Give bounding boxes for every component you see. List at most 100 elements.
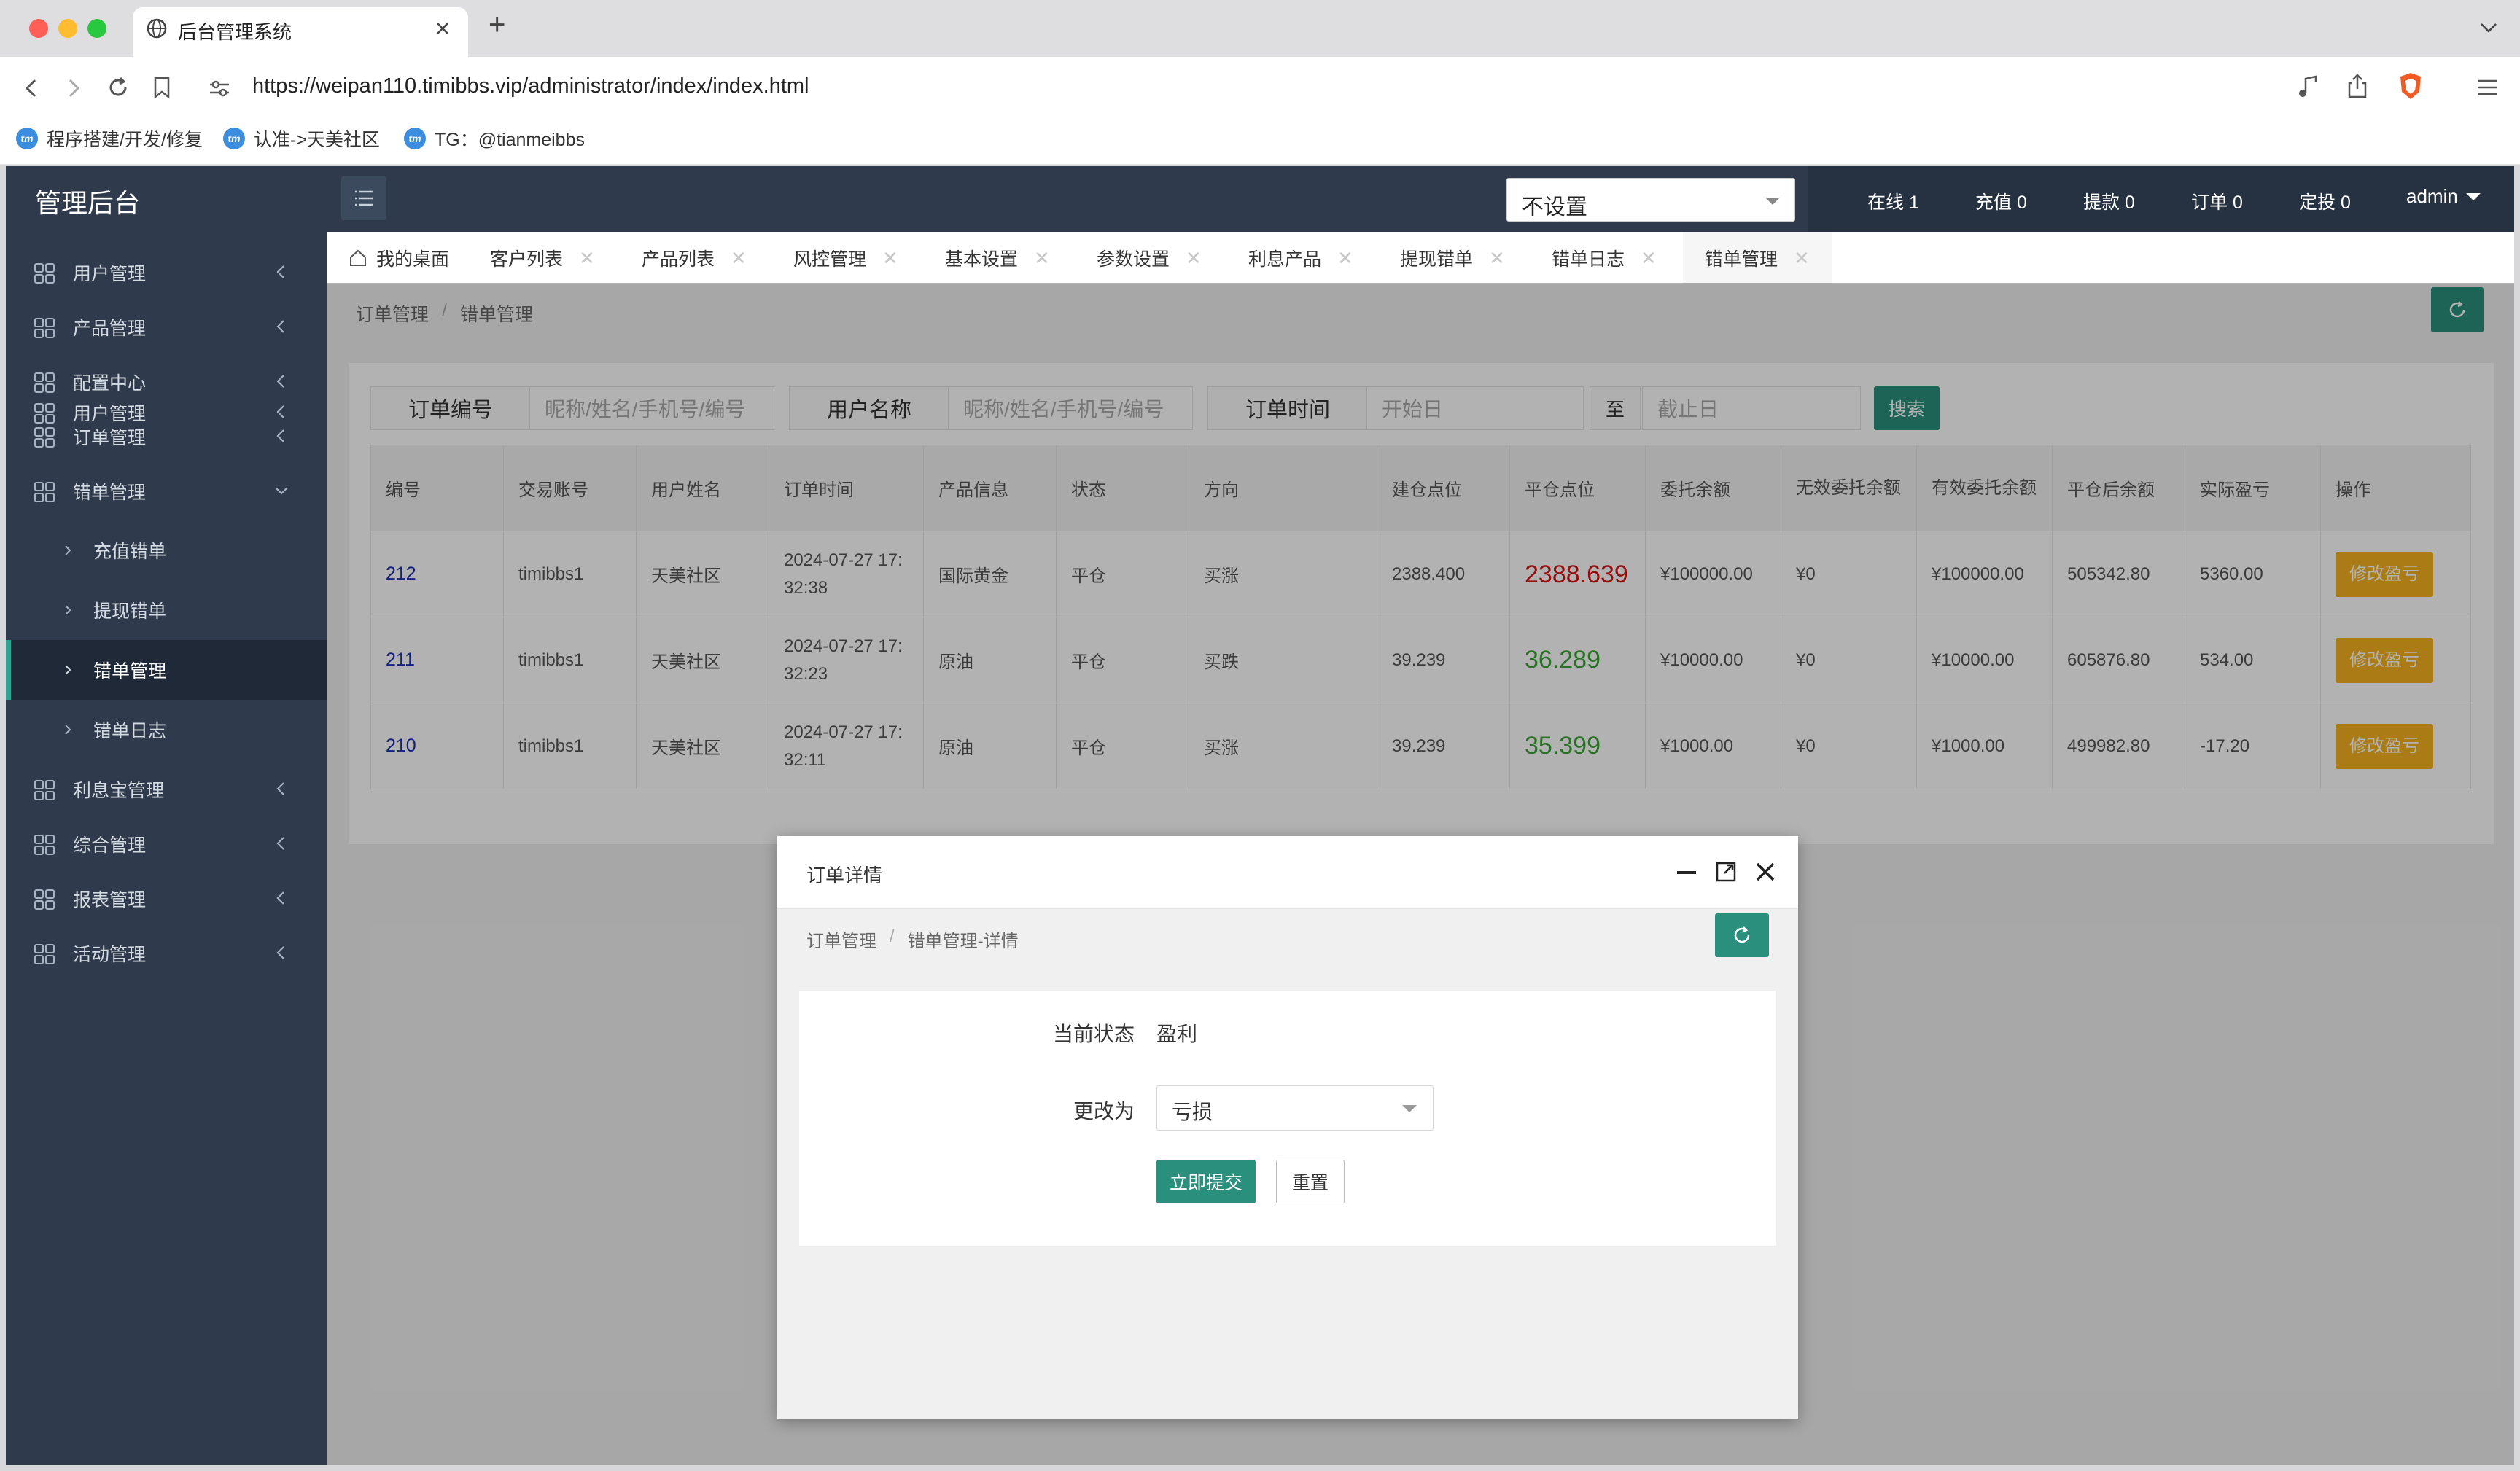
forward-icon[interactable]: [64, 77, 83, 99]
tab-label: 风控管理: [793, 249, 867, 270]
close-icon[interactable]: ✕: [1186, 247, 1202, 270]
tab-my-desktop[interactable]: 我的桌面: [349, 232, 449, 284]
grid-icon: [34, 427, 55, 448]
recharge-count[interactable]: 充值 0: [1975, 188, 2027, 214]
media-icon[interactable]: [2297, 74, 2320, 99]
grid-icon: [34, 372, 55, 393]
sidebar-item-product-management[interactable]: 产品管理: [6, 300, 327, 354]
home-icon: [350, 249, 366, 266]
sidebar-item-label: 订单管理: [73, 427, 147, 448]
chevron-down-icon[interactable]: [2479, 20, 2498, 35]
withdraw-count[interactable]: 提款 0: [2083, 188, 2135, 214]
breadcrumb-item: 错单管理-详情: [907, 932, 1019, 951]
sidebar-item-error-order-management[interactable]: 错单管理: [6, 464, 327, 518]
breadcrumb-item[interactable]: 订单管理: [806, 926, 876, 952]
tab-withdraw-errors[interactable]: 提现错单 ✕: [1400, 232, 1505, 284]
change-to-value: 亏损: [1172, 1101, 1213, 1123]
close-tab-icon[interactable]: [435, 20, 451, 36]
submit-button[interactable]: 立即提交: [1156, 1160, 1256, 1203]
tab-product-list[interactable]: 产品列表 ✕: [642, 232, 747, 284]
tab-label: 错单日志: [1552, 249, 1625, 270]
sidebar-item-label: 报表管理: [73, 889, 147, 910]
url-text[interactable]: https://weipan110.timibbs.vip/administra…: [252, 74, 809, 98]
online-count[interactable]: 在线 1: [1867, 188, 1919, 214]
close-icon[interactable]: ✕: [731, 247, 747, 270]
new-tab-button[interactable]: +: [489, 9, 505, 42]
sidebar-subitem-error-management[interactable]: 错单管理: [6, 640, 327, 700]
sidebar-item-report-management[interactable]: 报表管理: [6, 871, 327, 926]
close-icon[interactable]: ✕: [1034, 247, 1050, 270]
bookmark-item[interactable]: tm 认准->天美社区: [223, 125, 380, 152]
close-icon[interactable]: [1754, 861, 1776, 883]
sidebar-item-activity-management[interactable]: 活动管理: [6, 926, 327, 980]
share-icon[interactable]: [2346, 73, 2368, 99]
chevron-right-icon: [65, 545, 71, 555]
bookmark-item[interactable]: tm 程序搭建/开发/修复: [16, 125, 203, 152]
bookmark-icon[interactable]: [153, 76, 171, 99]
chevron-right-icon: [65, 665, 71, 675]
dialog-refresh-button[interactable]: [1715, 913, 1769, 957]
close-window-button[interactable]: [29, 19, 48, 38]
brave-shield-icon[interactable]: [2398, 71, 2424, 101]
close-icon[interactable]: ✕: [882, 247, 898, 270]
maximize-icon[interactable]: [1715, 861, 1737, 883]
tab-error-management[interactable]: 错单管理 ✕: [1683, 232, 1832, 284]
browser-tab[interactable]: 后台管理系统: [133, 7, 468, 57]
change-to-select[interactable]: 亏损: [1156, 1085, 1434, 1131]
sidebar-subitem-error-log[interactable]: 错单日志: [6, 700, 327, 760]
fixed-invest-count[interactable]: 定投 0: [2299, 188, 2351, 214]
dialog-form-card: 当前状态 盈利 更改为 亏损 立即提交 重置: [799, 991, 1776, 1246]
setting-select[interactable]: 不设置: [1506, 178, 1795, 222]
tab-basic-settings[interactable]: 基本设置 ✕: [945, 232, 1050, 284]
tab-label: 错单管理: [1705, 249, 1778, 270]
bookmark-label: 程序搭建/开发/修复: [47, 130, 203, 150]
sidebar-item-label: 错单管理: [73, 482, 147, 503]
grid-icon: [34, 944, 55, 964]
sidebar-item-order-management[interactable]: 订单管理: [6, 409, 327, 464]
sidebar-item-label: 错单管理: [93, 661, 167, 682]
tab-error-log[interactable]: 错单日志 ✕: [1552, 232, 1657, 284]
close-icon[interactable]: ✕: [1641, 247, 1657, 270]
order-count[interactable]: 订单 0: [2191, 188, 2243, 214]
minimize-window-button[interactable]: [58, 19, 77, 38]
reset-button[interactable]: 重置: [1276, 1160, 1345, 1203]
close-icon[interactable]: ✕: [1794, 247, 1810, 270]
sidebar-item-label: 产品管理: [73, 318, 147, 339]
grid-icon: [34, 835, 55, 855]
bookmark-favicon: tm: [223, 128, 245, 149]
close-icon[interactable]: ✕: [1337, 247, 1353, 270]
sidebar-subitem-withdraw-errors[interactable]: 提现错单: [6, 580, 327, 640]
grid-icon: [34, 318, 55, 338]
browser-tab-title: 后台管理系统: [178, 21, 292, 43]
tab-param-settings[interactable]: 参数设置 ✕: [1097, 232, 1202, 284]
reload-icon[interactable]: [106, 76, 130, 99]
maximize-window-button[interactable]: [88, 19, 106, 38]
page-tabs: 我的桌面 客户列表 ✕ 产品列表 ✕ 风控管理 ✕ 基本设置 ✕ 参数设置 ✕ 利息产品 ✕…: [327, 232, 2514, 284]
tab-risk-control[interactable]: 风控管理 ✕: [793, 232, 898, 284]
sidebar-item-interest-management[interactable]: 利息宝管理: [6, 762, 327, 816]
close-icon[interactable]: ✕: [579, 247, 595, 270]
sidebar-item-general-management[interactable]: 综合管理: [6, 816, 327, 871]
user-menu[interactable]: admin: [2406, 185, 2481, 208]
tab-interest-products[interactable]: 利息产品 ✕: [1248, 232, 1353, 284]
close-icon[interactable]: ✕: [1489, 247, 1505, 270]
sidebar-item-config-center[interactable]: 配置中心: [6, 354, 327, 409]
sidebar-subitem-recharge-errors[interactable]: 充值错单: [6, 520, 327, 580]
sidebar-item-label: 用户管理: [73, 263, 147, 284]
toggle-sidebar-button[interactable]: [341, 176, 386, 220]
sidebar-item-label: 提现错单: [93, 601, 167, 622]
bookmark-favicon: tm: [16, 128, 38, 149]
menu-icon[interactable]: [2476, 79, 2498, 96]
sidebar-item-label: 配置中心: [73, 372, 147, 394]
sidebar-item-label: 综合管理: [73, 835, 147, 856]
username: admin: [2406, 185, 2458, 207]
app-logo: 管理后台: [35, 188, 141, 218]
site-settings-icon[interactable]: [209, 79, 230, 98]
sidebar-item-user-management[interactable]: 用户管理: [6, 245, 327, 300]
back-icon[interactable]: [22, 77, 41, 99]
tab-label: 参数设置: [1097, 249, 1170, 270]
minimize-icon[interactable]: [1676, 864, 1698, 881]
bookmark-item[interactable]: tm TG：@tianmeibbs: [404, 125, 585, 152]
tab-customer-list[interactable]: 客户列表 ✕: [490, 232, 595, 284]
grid-icon: [34, 780, 55, 800]
